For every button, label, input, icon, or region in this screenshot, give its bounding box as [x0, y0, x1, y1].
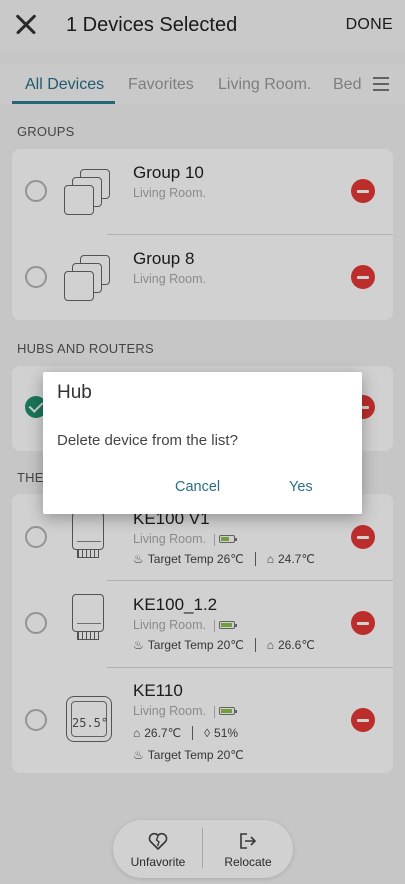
dialog-message: Delete device from the list? — [57, 432, 238, 449]
delete-dialog: Hub Delete device from the list? Cancel … — [43, 372, 362, 514]
cancel-button[interactable]: Cancel — [175, 479, 220, 495]
yes-button[interactable]: Yes — [289, 479, 313, 495]
dialog-title: Hub — [57, 382, 92, 403]
